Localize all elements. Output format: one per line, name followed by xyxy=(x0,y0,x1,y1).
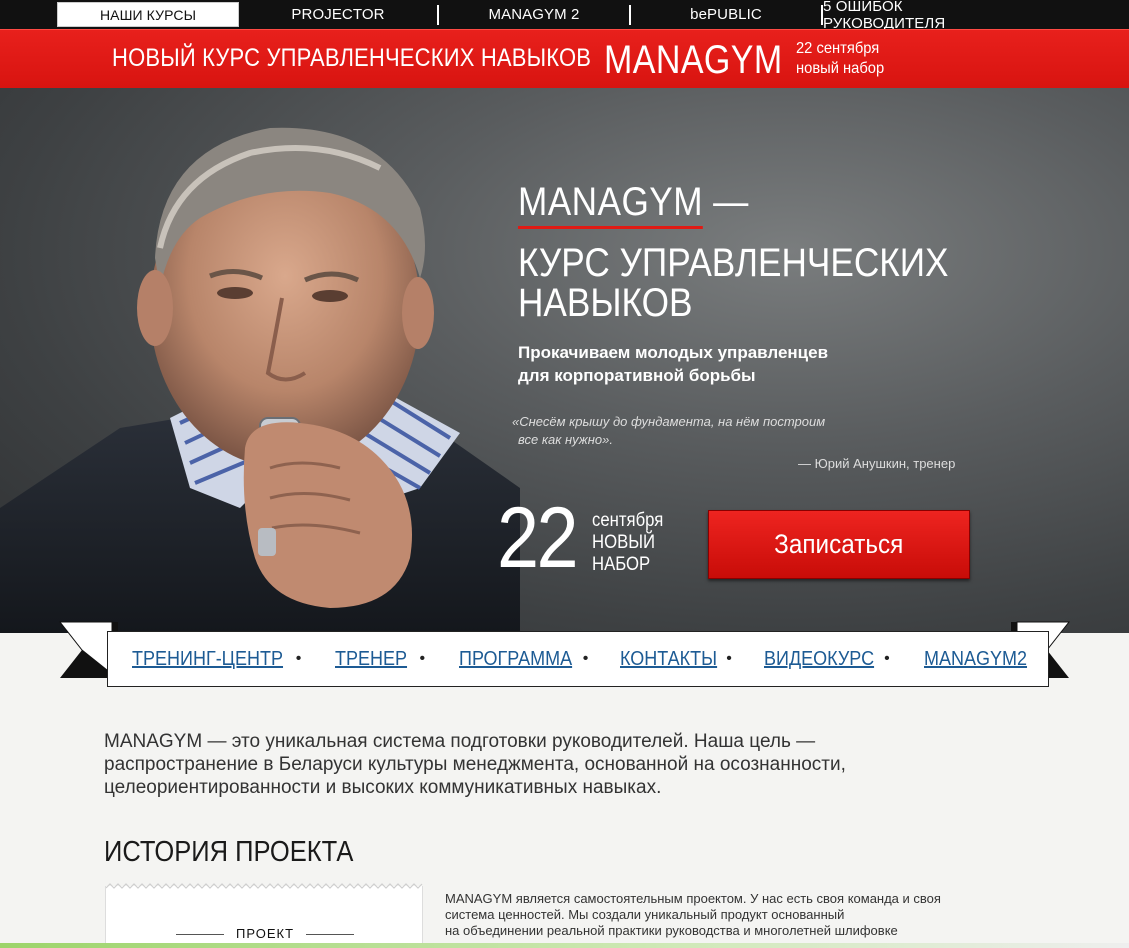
nav-separator: • xyxy=(726,650,732,667)
history-card: ПРОЕКТ xyxy=(105,883,424,948)
nav-link-videocourse[interactable]: ВИДЕОКУРС xyxy=(764,648,874,671)
nav-link-trainer[interactable]: ТРЕНЕР xyxy=(335,648,407,671)
history-card-label: ПРОЕКТ xyxy=(106,926,424,941)
start-day: 22 xyxy=(497,490,579,586)
history-line: система ценностей. Мы создали уникальный… xyxy=(445,907,845,922)
nav-separator: • xyxy=(295,650,302,667)
nav-separator: • xyxy=(419,650,426,667)
history-line: на объединении реальной практики руковод… xyxy=(445,923,898,938)
hero-quote-author: — Юрий Анушкин, тренер xyxy=(798,456,956,471)
hero-title-line2: КУРС УПРАВЛЕНЧЕСКИХ xyxy=(518,241,949,285)
signup-button-label: Записаться xyxy=(774,529,904,559)
banner-date-line1: 22 сентября xyxy=(796,40,880,57)
hero-title-line3: НАВЫКОВ xyxy=(518,281,693,325)
hero-quote: «Снесём крышу до фундамента, на нём пост… xyxy=(512,413,825,449)
ribbon-menu: ТРЕНИНГ-ЦЕНТР • ТРЕНЕР • ПРОГРАММА • КОН… xyxy=(107,631,1049,687)
hero-title-brand: MANAGYM xyxy=(518,180,703,229)
signup-button[interactable]: Записаться xyxy=(708,510,970,579)
start-date-text: сентября НОВЫЙ НАБОР xyxy=(592,510,663,576)
intro-line: целеориентированности и высоких коммуник… xyxy=(104,777,662,798)
history-line: MANAGYM является самостоятельным проекто… xyxy=(445,891,941,906)
hero-quote-line1: «Снесём крышу до фундамента, на нём пост… xyxy=(512,414,826,429)
topnav-item-managym2[interactable]: MANAGYM 2 xyxy=(439,0,629,29)
hero-quote-line2: все как нужно». xyxy=(518,432,613,447)
top-nav: НАШИ КУРСЫ PROJECTOR MANAGYM 2 bePUBLIC … xyxy=(0,0,1129,32)
banner-date: 22 сентября новый набор xyxy=(796,39,884,79)
hero-subtitle: Прокачиваем молодых управленцев для корп… xyxy=(518,341,828,387)
promo-banner[interactable]: НОВЫЙ КУРС УПРАВЛЕНЧЕСКИХ НАВЫКОВ MANAGY… xyxy=(0,29,1129,88)
hero-subtitle-line1: Прокачиваем молодых управленцев xyxy=(518,343,829,362)
trainer-photo xyxy=(0,127,520,633)
topnav-item-5-mistakes[interactable]: 5 ОШИБОК РУКОВОДИТЕЛЯ xyxy=(823,0,1013,32)
intro-paragraph: MANAGYM — это уникальная система подгото… xyxy=(104,730,904,799)
nav-link-program[interactable]: ПРОГРАММА xyxy=(459,648,572,671)
zigzag-edge xyxy=(106,883,423,889)
start-new-line1: НОВЫЙ xyxy=(592,532,656,553)
hero-title-line1: MANAGYM — xyxy=(518,180,949,229)
topnav-item-projector[interactable]: PROJECTOR xyxy=(239,0,437,29)
nav-separator: • xyxy=(582,650,589,667)
browser-status-bar xyxy=(0,943,1129,948)
hero-section: MANAGYM — КУРС УПРАВЛЕНЧЕСКИХ НАВЫКОВ Пр… xyxy=(0,88,1129,633)
history-text: MANAGYM является самостоятельным проекто… xyxy=(445,891,1005,939)
banner-date-line2: новый набор xyxy=(796,60,885,77)
nav-separator: • xyxy=(884,650,890,667)
intro-line: распространение в Беларуси культуры мене… xyxy=(104,754,846,775)
hero-title: MANAGYM — КУРС УПРАВЛЕНЧЕСКИХ НАВЫКОВ xyxy=(518,180,1007,323)
nav-link-contacts[interactable]: КОНТАКТЫ xyxy=(620,648,717,671)
banner-text: НОВЫЙ КУРС УПРАВЛЕНЧЕСКИХ НАВЫКОВ xyxy=(112,44,592,72)
nav-link-training-center[interactable]: ТРЕНИНГ-ЦЕНТР xyxy=(132,648,283,671)
hero-title-dash: — xyxy=(702,180,749,224)
topnav-item-our-courses[interactable]: НАШИ КУРСЫ xyxy=(57,2,239,27)
history-title: ИСТОРИЯ ПРОЕКТА xyxy=(104,836,354,868)
section-nav: ТРЕНИНГ-ЦЕНТР • ТРЕНЕР • ПРОГРАММА • КОН… xyxy=(0,620,1129,692)
hero-subtitle-line2: для корпоративной борьбы xyxy=(518,366,756,385)
intro-line: MANAGYM — это уникальная система подгото… xyxy=(104,731,816,752)
start-new-line2: НАБОР xyxy=(592,554,651,575)
banner-brand: MANAGYM xyxy=(604,38,783,82)
nav-link-managym2[interactable]: MANAGYM2 xyxy=(924,648,1027,671)
start-month: сентября xyxy=(592,510,664,531)
topnav-item-bepublic[interactable]: bePUBLIC xyxy=(631,0,821,29)
